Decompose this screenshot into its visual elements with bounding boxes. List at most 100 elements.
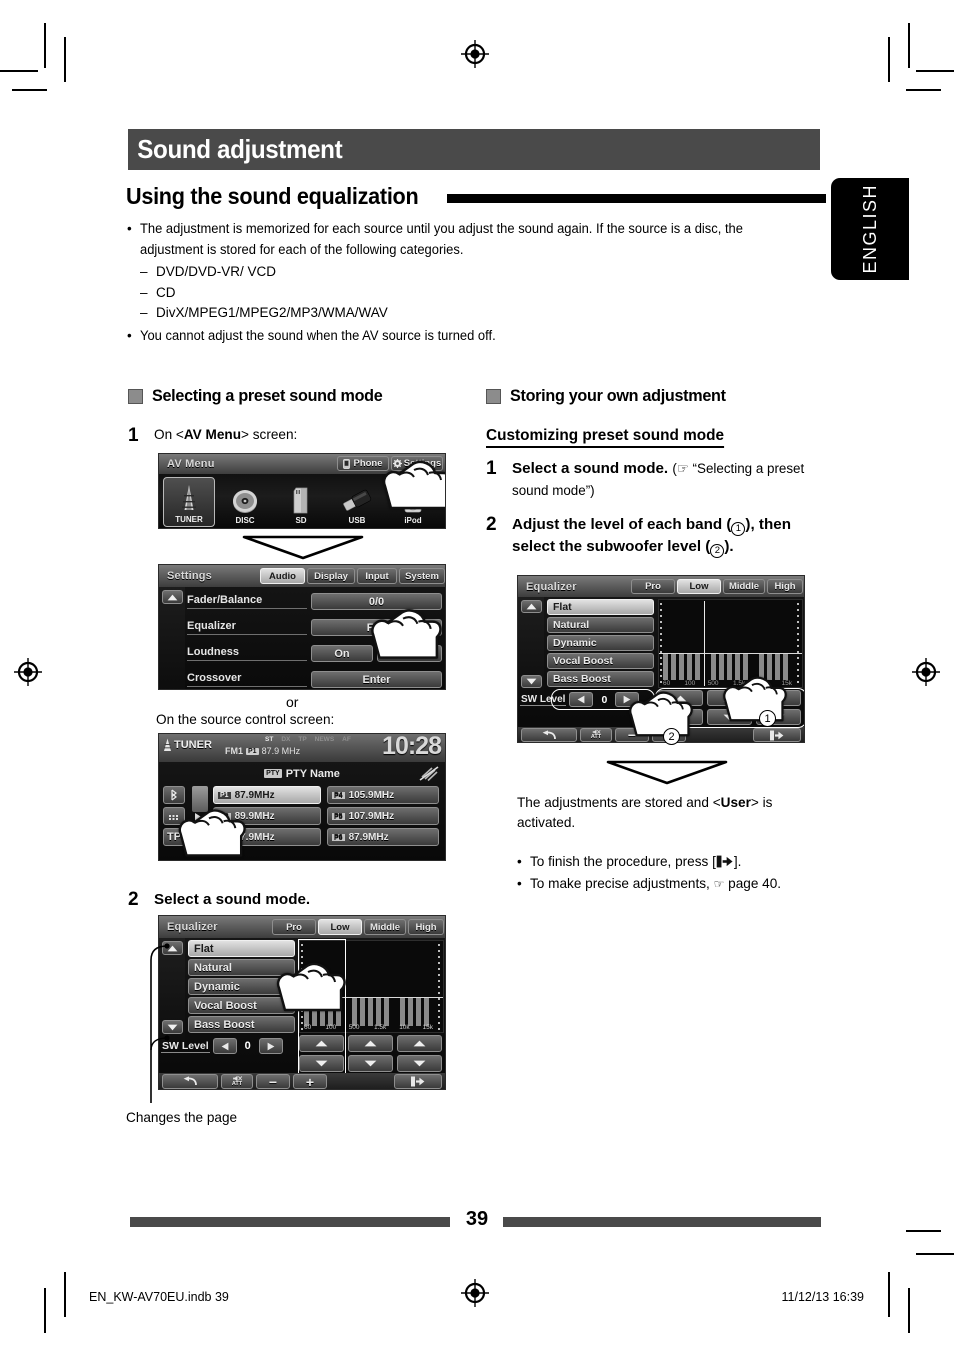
step-text: Select a sound mode. (☞ “Selecting a pre… bbox=[512, 458, 826, 501]
sw-level-decrement[interactable] bbox=[212, 1038, 237, 1054]
settings-row-loudness[interactable]: Loudness On Off bbox=[187, 642, 442, 665]
av-menu-screen[interactable]: AV Menu Phone Settings TUNER DISC SD USB… bbox=[158, 453, 446, 529]
volume-down-button[interactable]: − bbox=[256, 1074, 290, 1089]
band1-down-button[interactable] bbox=[299, 1055, 344, 1072]
eq-tab-middle[interactable]: Middle bbox=[723, 579, 765, 594]
band2-up-button[interactable] bbox=[707, 690, 752, 706]
band3-up-button[interactable] bbox=[756, 690, 801, 706]
step-number: 1 bbox=[486, 458, 497, 479]
radio-wave-mute-icon[interactable] bbox=[419, 765, 439, 782]
eq-mode-natural[interactable]: Natural bbox=[547, 617, 654, 633]
exit-button[interactable] bbox=[753, 728, 801, 742]
eq-scale-right bbox=[797, 603, 799, 687]
tab-input[interactable]: Input bbox=[357, 568, 397, 584]
band1-up-button[interactable] bbox=[658, 690, 703, 706]
settings-screen[interactable]: Settings Audio Display Input System Fade… bbox=[158, 564, 446, 690]
volume-up-button[interactable]: + bbox=[293, 1074, 327, 1089]
band2-down-button[interactable] bbox=[707, 709, 752, 725]
bullet-item: • The adjustment is memorized for each s… bbox=[127, 219, 827, 260]
eq-tab-low[interactable]: Low bbox=[677, 579, 721, 594]
source-tile-sd[interactable]: SD bbox=[275, 477, 327, 527]
freq-label: 100 bbox=[325, 1024, 337, 1031]
band2-up-button[interactable] bbox=[348, 1035, 393, 1052]
eq-mode-dynamic[interactable]: Dynamic bbox=[547, 635, 654, 651]
tuner-screen[interactable]: TUNER FM1 P1 87.9 MHz ST DX TP NEWS AF 1… bbox=[158, 733, 446, 861]
source-tile-tuner[interactable]: TUNER bbox=[163, 477, 215, 527]
freq-label: 1.5k bbox=[373, 1024, 387, 1031]
source-tile-ipod[interactable]: iPod bbox=[387, 477, 439, 527]
eq-mode-bass-boost[interactable]: Bass Boost bbox=[188, 1016, 295, 1033]
preset-button-4[interactable]: P4 105.9MHz bbox=[327, 786, 439, 804]
settings-row-value[interactable]: Flat bbox=[311, 619, 442, 636]
sw-level-row: SW Level 0 bbox=[161, 1037, 295, 1055]
tab-system[interactable]: System bbox=[399, 568, 445, 584]
att-button[interactable]: ATT bbox=[580, 728, 612, 742]
registration-mark bbox=[14, 658, 42, 686]
equalizer-screen-left[interactable]: Equalizer Pro Low Middle High Flat Natur… bbox=[158, 915, 446, 1090]
preset-badge: P4 bbox=[332, 791, 345, 799]
ipod-icon bbox=[404, 485, 422, 513]
eq-scroll-up-button[interactable] bbox=[521, 600, 542, 613]
sw-level-decrement[interactable] bbox=[569, 692, 594, 707]
eq-tab-pro[interactable]: Pro bbox=[631, 579, 675, 594]
freq-label: 60 bbox=[663, 680, 671, 687]
back-button[interactable] bbox=[521, 728, 577, 742]
eq-mode-bass-boost[interactable]: Bass Boost bbox=[547, 671, 654, 687]
sw-level-increment[interactable] bbox=[615, 692, 640, 707]
eq-mode-flat[interactable]: Flat bbox=[188, 940, 295, 957]
source-tile-disc[interactable]: DISC bbox=[219, 477, 271, 527]
eq-scroll-down-button[interactable] bbox=[521, 675, 542, 688]
eq-mode-dynamic[interactable]: Dynamic bbox=[188, 978, 295, 995]
settings-row-crossover[interactable]: Crossover Enter bbox=[187, 668, 442, 689]
phone-button[interactable]: Phone bbox=[337, 456, 389, 471]
eq-tab-low[interactable]: Low bbox=[318, 919, 362, 935]
scroll-up-button[interactable] bbox=[162, 590, 183, 604]
settings-button[interactable]: Settings bbox=[391, 456, 443, 471]
settings-row-fader[interactable]: Fader/Balance 0/0 bbox=[187, 590, 442, 613]
band3-up-button[interactable] bbox=[397, 1035, 442, 1052]
exit-button[interactable] bbox=[394, 1074, 442, 1089]
preset-button-1[interactable]: P1 87.9MHz bbox=[213, 786, 321, 804]
square-bullet-icon bbox=[486, 388, 501, 404]
bluetooth-button[interactable] bbox=[163, 786, 185, 804]
settings-title: Settings bbox=[167, 570, 212, 582]
volume-down-button[interactable]: − bbox=[615, 727, 649, 742]
settings-row-equalizer[interactable]: Equalizer Flat bbox=[187, 616, 442, 639]
eq-tab-high[interactable]: High bbox=[767, 579, 803, 594]
eq-tab-high[interactable]: High bbox=[408, 919, 444, 935]
eq-mode-vocal-boost[interactable]: Vocal Boost bbox=[547, 653, 654, 669]
preset-scroll-handle[interactable] bbox=[192, 786, 208, 812]
keypad-button[interactable] bbox=[163, 807, 185, 825]
att-button[interactable]: ATT bbox=[221, 1074, 253, 1089]
right-arrow-icon bbox=[267, 1042, 275, 1050]
preset-button-3[interactable]: P3 97.9MHz bbox=[213, 828, 321, 846]
crop-mark bbox=[906, 89, 941, 91]
tp-button[interactable]: TP bbox=[163, 828, 185, 846]
eq-mode-flat[interactable]: Flat bbox=[547, 599, 654, 615]
band3-down-button[interactable] bbox=[397, 1055, 442, 1072]
settings-row-value[interactable]: Enter bbox=[311, 671, 442, 688]
eq-tab-pro[interactable]: Pro bbox=[272, 919, 316, 935]
play-arrow-icon[interactable] bbox=[193, 812, 207, 828]
band2-down-button[interactable] bbox=[348, 1055, 393, 1072]
eq-tab-middle[interactable]: Middle bbox=[364, 919, 406, 935]
value-label: Flat bbox=[366, 621, 387, 634]
eq-mode-vocal-boost[interactable]: Vocal Boost bbox=[188, 997, 295, 1014]
settings-row-value[interactable]: 0/0 bbox=[311, 593, 442, 610]
loudness-off-button[interactable]: Off bbox=[377, 645, 442, 662]
preset-button-2[interactable]: P2 89.9MHz bbox=[213, 807, 321, 825]
source-tile-usb[interactable]: USB bbox=[331, 477, 383, 527]
preset-button-5[interactable]: P5 107.9MHz bbox=[327, 807, 439, 825]
band1-up-button[interactable] bbox=[299, 1035, 344, 1052]
step-1-right: 1 Select a sound mode. (☞ “Selecting a p… bbox=[486, 458, 826, 501]
sub-item: – DivX/MPEG1/MPEG2/MP3/WMA/WAV bbox=[140, 303, 827, 324]
bullet-text: To finish the procedure, press []. bbox=[530, 851, 741, 873]
settings-button-label: Settings bbox=[403, 458, 442, 469]
tab-audio[interactable]: Audio bbox=[260, 568, 305, 584]
tab-display[interactable]: Display bbox=[307, 568, 355, 584]
preset-button-6[interactable]: P6 87.9MHz bbox=[327, 828, 439, 846]
eq-mode-natural[interactable]: Natural bbox=[188, 959, 295, 976]
sw-level-increment[interactable] bbox=[258, 1038, 283, 1054]
loudness-on-button[interactable]: On bbox=[311, 645, 373, 662]
band1-down-button[interactable] bbox=[658, 709, 703, 725]
